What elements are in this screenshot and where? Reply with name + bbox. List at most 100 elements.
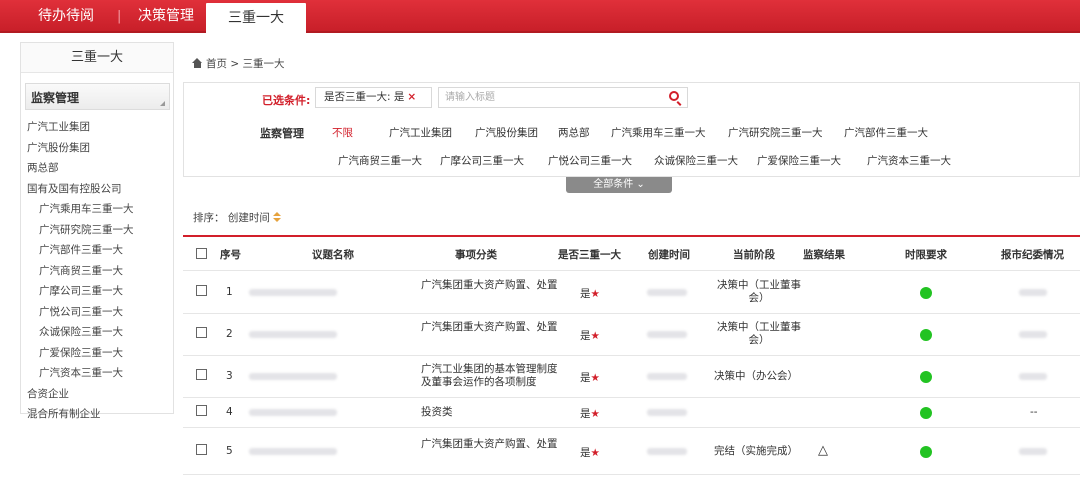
category-option[interactable]: 众诚保险三重一大 — [654, 153, 738, 168]
sidebar-item[interactable]: 广汽研究院三重一大 — [27, 220, 175, 241]
is-major-value: 是 — [580, 408, 591, 420]
tab-decision[interactable]: 决策管理 — [138, 0, 194, 33]
row-checkbox[interactable] — [196, 369, 207, 380]
table-body: 1 广汽集团重大资产购置、处置 是★ 决策中（工业董事会） 2 广汽集团重大资产购置、处置… — [183, 271, 1080, 475]
row-category: 广汽工业集团的基本管理制度及董事会运作的各项制度 — [421, 363, 558, 388]
row-topic-redacted[interactable] — [249, 331, 337, 338]
category-option[interactable]: 广汽研究院三重一大 — [728, 125, 823, 140]
row-checkbox[interactable] — [196, 444, 207, 455]
sidebar-list: 广汽工业集团 广汽股份集团 两总部 国有及国有控股公司 广汽乘用车三重一大 广汽研究院三重… — [27, 117, 175, 425]
breadcrumb: 首页 > 三重一大 — [192, 56, 285, 72]
category-option[interactable]: 广汽资本三重一大 — [867, 153, 951, 168]
sidebar-item[interactable]: 众诚保险三重一大 — [27, 322, 175, 343]
header-is-major: 是否三重一大 — [558, 249, 621, 261]
all-conditions-toggle[interactable]: 全部条件 ⌄ — [566, 177, 672, 193]
sidebar-item[interactable]: 广汽资本三重一大 — [27, 363, 175, 384]
is-major-value: 是 — [580, 330, 591, 342]
row-is-major: 是★ — [580, 286, 600, 301]
row-topic-redacted[interactable] — [249, 373, 337, 380]
category-option[interactable]: 广汽商贸三重一大 — [338, 153, 422, 168]
category-option[interactable]: 广汽股份集团 — [475, 125, 538, 140]
row-stage: 决策中（办公会） — [714, 370, 798, 382]
tab-separator: | — [117, 9, 122, 24]
sort-bar: 排序： 创建时间 — [193, 210, 281, 225]
category-filter-label: 监察管理 — [260, 127, 304, 140]
deadline-status-icon — [920, 407, 932, 419]
row-is-major: 是★ — [580, 406, 600, 421]
header-created: 创建时间 — [648, 249, 690, 261]
row-topic-redacted[interactable] — [249, 289, 337, 296]
row-seq: 4 — [226, 406, 233, 418]
category-option[interactable]: 广悦公司三重一大 — [548, 153, 632, 168]
header-topic: 议题名称 — [312, 249, 354, 261]
star-icon: ★ — [590, 408, 600, 420]
category-option[interactable]: 广爱保险三重一大 — [757, 153, 841, 168]
sidebar-item[interactable]: 广汽工业集团 — [27, 117, 175, 138]
row-topic-redacted[interactable] — [249, 409, 337, 416]
row-checkbox[interactable] — [196, 405, 207, 416]
row-is-major: 是★ — [580, 328, 600, 343]
triangle-icon: △ — [818, 443, 828, 458]
select-all-checkbox[interactable] — [196, 248, 207, 259]
header-result: 监察结果 — [803, 249, 845, 261]
row-category: 广汽集团重大资产购置、处置 — [421, 321, 558, 333]
sidebar-item[interactable]: 广摩公司三重一大 — [27, 281, 175, 302]
category-option[interactable]: 两总部 — [558, 125, 590, 140]
records-table: 序号 议题名称 事项分类 是否三重一大 创建时间 当前阶段 监察结果 时限要求 … — [183, 235, 1080, 475]
sidebar-item[interactable]: 合资企业 — [27, 384, 175, 405]
row-report-redacted — [1019, 331, 1047, 338]
category-option[interactable]: 广汽部件三重一大 — [844, 125, 928, 140]
star-icon: ★ — [590, 372, 600, 384]
row-report-redacted — [1019, 373, 1047, 380]
is-major-value: 是 — [580, 447, 591, 459]
sidebar-group-header[interactable]: 监察管理 — [25, 83, 170, 110]
sidebar-item[interactable]: 两总部 — [27, 158, 175, 179]
row-created-redacted — [647, 373, 687, 380]
category-option[interactable]: 广摩公司三重一大 — [440, 153, 524, 168]
row-topic-redacted[interactable] — [249, 448, 337, 455]
title-search-input[interactable] — [439, 88, 659, 107]
selected-conditions-label: 已选条件: — [262, 94, 311, 107]
is-major-value: 是 — [580, 288, 591, 300]
tab-todo[interactable]: 待办待阅 — [38, 0, 94, 33]
sidebar-item[interactable]: 广汽商贸三重一大 — [27, 261, 175, 282]
sidebar-item[interactable]: 广汽乘用车三重一大 — [27, 199, 175, 220]
sidebar-item[interactable]: 混合所有制企业 — [27, 404, 175, 425]
breadcrumb-separator: > — [230, 58, 240, 70]
row-stage[interactable]: 决策中（工业董事会） — [714, 321, 804, 347]
tab-three-major[interactable]: 三重一大 — [206, 3, 306, 33]
sidebar-item[interactable]: 国有及国有控股公司 — [27, 179, 175, 200]
filter-panel: 已选条件: 是否三重一大: 是× 监察管理 不限广汽工业集团广汽股份集团两总部广… — [183, 82, 1080, 177]
category-option[interactable]: 广汽工业集团 — [389, 125, 452, 140]
deadline-status-icon — [920, 371, 932, 383]
remove-condition-icon[interactable]: × — [407, 91, 416, 103]
row-stage[interactable]: 决策中（工业董事会） — [714, 279, 804, 305]
table-row[interactable]: 5 广汽集团重大资产购置、处置 是★ 完结（实施完成） △ — [183, 428, 1080, 475]
deadline-status-icon — [920, 287, 932, 299]
category-option[interactable]: 广汽乘用车三重一大 — [611, 125, 706, 140]
table-row[interactable]: 2 广汽集团重大资产购置、处置 是★ 决策中（工业董事会） — [183, 314, 1080, 356]
sort-arrows-icon[interactable] — [272, 212, 281, 223]
category-option[interactable]: 不限 — [332, 125, 353, 140]
table-row[interactable]: 1 广汽集团重大资产购置、处置 是★ 决策中（工业董事会） — [183, 271, 1080, 314]
sidebar-item[interactable]: 广悦公司三重一大 — [27, 302, 175, 323]
sort-field[interactable]: 创建时间 — [228, 212, 270, 224]
row-created-redacted — [647, 448, 687, 455]
sidebar-item[interactable]: 广汽部件三重一大 — [27, 240, 175, 261]
table-row[interactable]: 3 广汽工业集团的基本管理制度及董事会运作的各项制度 是★ 决策中（办公会） — [183, 356, 1080, 398]
row-seq: 5 — [226, 445, 233, 457]
row-checkbox[interactable] — [196, 327, 207, 338]
condition-tag-text: 是否三重一大: 是 — [324, 91, 405, 103]
header-category: 事项分类 — [455, 249, 497, 261]
breadcrumb-home[interactable]: 首页 — [206, 58, 227, 70]
sort-label: 排序： — [193, 212, 225, 224]
table-row[interactable]: 4 投资类 是★ -- — [183, 398, 1080, 428]
search-icon[interactable] — [669, 91, 679, 101]
sidebar-item[interactable]: 广汽股份集团 — [27, 138, 175, 159]
breadcrumb-current: 三重一大 — [242, 58, 285, 70]
row-checkbox[interactable] — [196, 285, 207, 296]
sidebar-item[interactable]: 广爱保险三重一大 — [27, 343, 175, 364]
header-seq: 序号 — [220, 249, 241, 261]
row-is-major: 是★ — [580, 370, 600, 385]
row-category: 投资类 — [421, 406, 453, 418]
